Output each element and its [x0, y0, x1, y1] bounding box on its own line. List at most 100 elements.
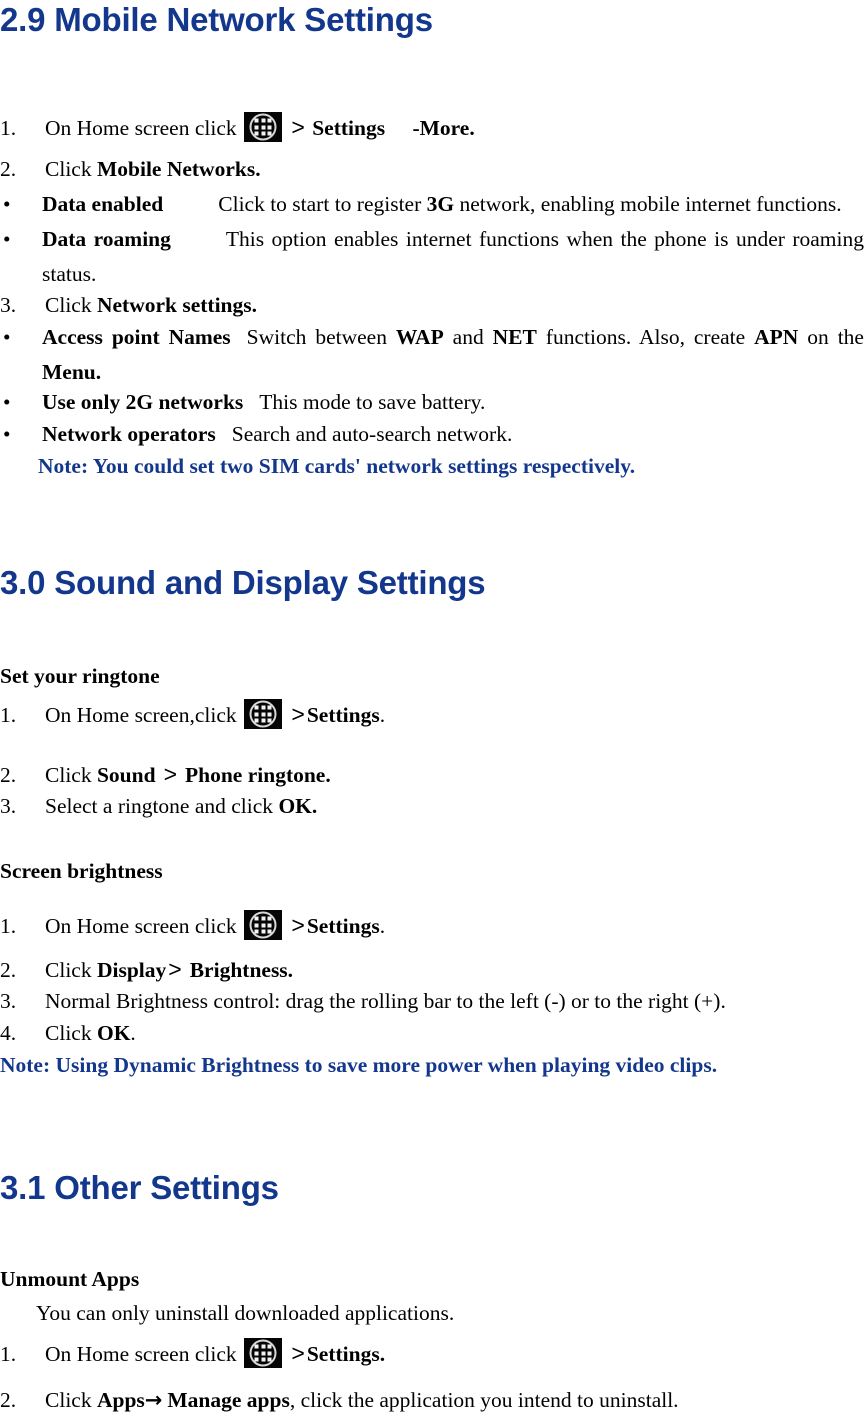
bullet-marker: • [3, 227, 11, 251]
page-title-2-9: 2.9 Mobile Network Settings [0, 1, 433, 38]
greater-than-icon: > [291, 114, 305, 140]
note-sim-settings: Note: You could set two SIM cards' netwo… [0, 450, 864, 482]
period: . [379, 914, 386, 938]
app-drawer-icon[interactable] [244, 699, 283, 729]
step-text: On Home screen click >Settings. [45, 1336, 864, 1372]
ok-label: OK. [278, 794, 318, 818]
display-label: Display [96, 958, 167, 982]
greater-than-icon: > [291, 1340, 305, 1366]
subheading-text: Unmount Apps [0, 1267, 140, 1291]
step-text: Normal Brightness control: drag the roll… [45, 989, 726, 1013]
section-sound-display: 3.0 Sound and Display Settings [0, 563, 864, 603]
app-drawer-icon[interactable] [244, 1338, 283, 1368]
period: . [379, 703, 386, 727]
step-pre-text: Click [45, 1388, 97, 1412]
step-pre-text: On Home screen click [45, 116, 237, 140]
step-2-mobile-networks: 2. Click Mobile Networks. [0, 152, 864, 187]
bullet-desc-c: functions. Also, create [536, 325, 755, 349]
apps-label: Apps [96, 1388, 145, 1412]
bullet-marker: • [3, 192, 11, 216]
app-drawer-icon[interactable] [244, 910, 283, 940]
step-text: Click OK. [45, 1016, 864, 1051]
settings-label: Settings [306, 703, 380, 727]
bullet-data-enabled: • Data enabled Click to start to register… [0, 187, 864, 222]
step-pre-text: On Home screen,click [45, 703, 237, 727]
bullet-text: Network operators Search and auto-search … [42, 417, 864, 452]
bullet-desc-d: on the [798, 325, 864, 349]
app-drawer-dots [254, 1344, 272, 1362]
unmount-apps-description: You can only uninstall downloaded applic… [0, 1296, 864, 1331]
step-1-home-screen: 1. On Home screen click > Settings -More… [0, 110, 864, 146]
bullet-marker: • [3, 390, 11, 414]
subheading-set-ringtone: Set your ringtone [0, 660, 864, 692]
section-other-settings: 3.1 Other Settings [0, 1168, 864, 1208]
more-label: -More. [412, 116, 475, 140]
list-marker: 2. [0, 157, 17, 181]
subheading-screen-brightness: Screen brightness [0, 855, 864, 887]
bullet-desc-b: network, enabling mobile internet functi… [454, 192, 842, 216]
mobile-networks-label: Mobile Networks. [96, 157, 261, 181]
list-marker: 1. [0, 703, 17, 727]
step-pre-text: Click [45, 293, 97, 317]
page-title-3-1: 3.1 Other Settings [0, 1169, 279, 1206]
step-text: Click Apps→ Manage apps, click the applic… [45, 1383, 864, 1418]
term-label: Network operators [42, 422, 216, 446]
page-title-3-0: 3.0 Sound and Display Settings [0, 564, 486, 601]
step-pre-text: Click [45, 763, 97, 787]
term-label: Data enabled [42, 192, 164, 216]
step-tail-text: , click the application you intend to un… [289, 1388, 679, 1412]
app-drawer-dots [254, 916, 272, 934]
bullet-desc-b: and [443, 325, 493, 349]
list-marker: 3. [0, 293, 17, 317]
brightness-step-4: 4. Click OK. [0, 1016, 864, 1051]
greater-than-icon: > [291, 701, 305, 727]
step-pre-text: Click [45, 958, 97, 982]
bullet-desc-a: Click to start to register [218, 192, 427, 216]
settings-label: Settings. [306, 1342, 386, 1366]
bullet-desc-a: Search and auto-search network. [231, 422, 513, 446]
step-text: On Home screen click >Settings. [45, 908, 864, 944]
list-marker: 1. [0, 1342, 17, 1366]
wap-label: WAP [395, 325, 444, 349]
brightness-step-2: 2. Click Display> Brightness. [0, 952, 864, 988]
step-text: Click Mobile Networks. [45, 152, 864, 187]
list-marker: 2. [0, 958, 17, 982]
subheading-text: Screen brightness [0, 859, 163, 883]
subheading-unmount-apps: Unmount Apps [0, 1263, 864, 1295]
bullet-marker: • [3, 325, 11, 349]
note-text: Note: Using Dynamic Brightness to save m… [0, 1053, 718, 1077]
ok-label: OK [96, 1021, 131, 1045]
apn-label: APN [754, 325, 799, 349]
subheading-text: Set your ringtone [0, 664, 160, 688]
brightness-step-3: 3. Normal Brightness control: drag the r… [0, 984, 864, 1019]
list-marker: 3. [0, 794, 17, 818]
bullet-desc-a: This mode to save battery. [259, 390, 486, 414]
bullet-marker: • [3, 422, 11, 446]
network-settings-label: Network settings. [96, 293, 258, 317]
settings-label: Settings [312, 116, 386, 140]
app-drawer-dots [254, 118, 272, 136]
step-pre-text: Click [45, 1021, 97, 1045]
document-page: 2.9 Mobile Network Settings 1. On Home s… [0, 0, 864, 1419]
step-text: Click Network settings. [45, 288, 864, 323]
step-pre-text: Select a ringtone and click [45, 794, 279, 818]
list-marker: 3. [0, 989, 17, 1013]
term-label: Data roaming [42, 227, 171, 251]
brightness-step-1: 1. On Home screen click >Settings. [0, 908, 864, 944]
app-drawer-dots [254, 705, 272, 723]
greater-than-icon: > [163, 761, 177, 787]
list-marker: 1. [0, 914, 17, 938]
bullet-use-only-2g: • Use only 2G networks This mode to save … [0, 385, 864, 420]
brightness-label: Brightness. [189, 958, 294, 982]
sound-label: Sound [96, 763, 156, 787]
term-label: Use only 2G networks [42, 390, 244, 414]
step-pre-text: On Home screen click [45, 914, 237, 938]
step-pre-text: On Home screen click [45, 1342, 237, 1366]
app-drawer-icon[interactable] [244, 112, 283, 142]
bullet-desc-a: Switch between [246, 325, 396, 349]
note-text: Note: You could set two SIM cards' netwo… [38, 454, 636, 478]
other-step-1: 1. On Home screen click >Settings. [0, 1336, 864, 1372]
bullet-text: Data enabled Click to start to register 3… [42, 187, 864, 222]
list-marker: 2. [0, 763, 17, 787]
network-3g-label: 3G [426, 192, 455, 216]
